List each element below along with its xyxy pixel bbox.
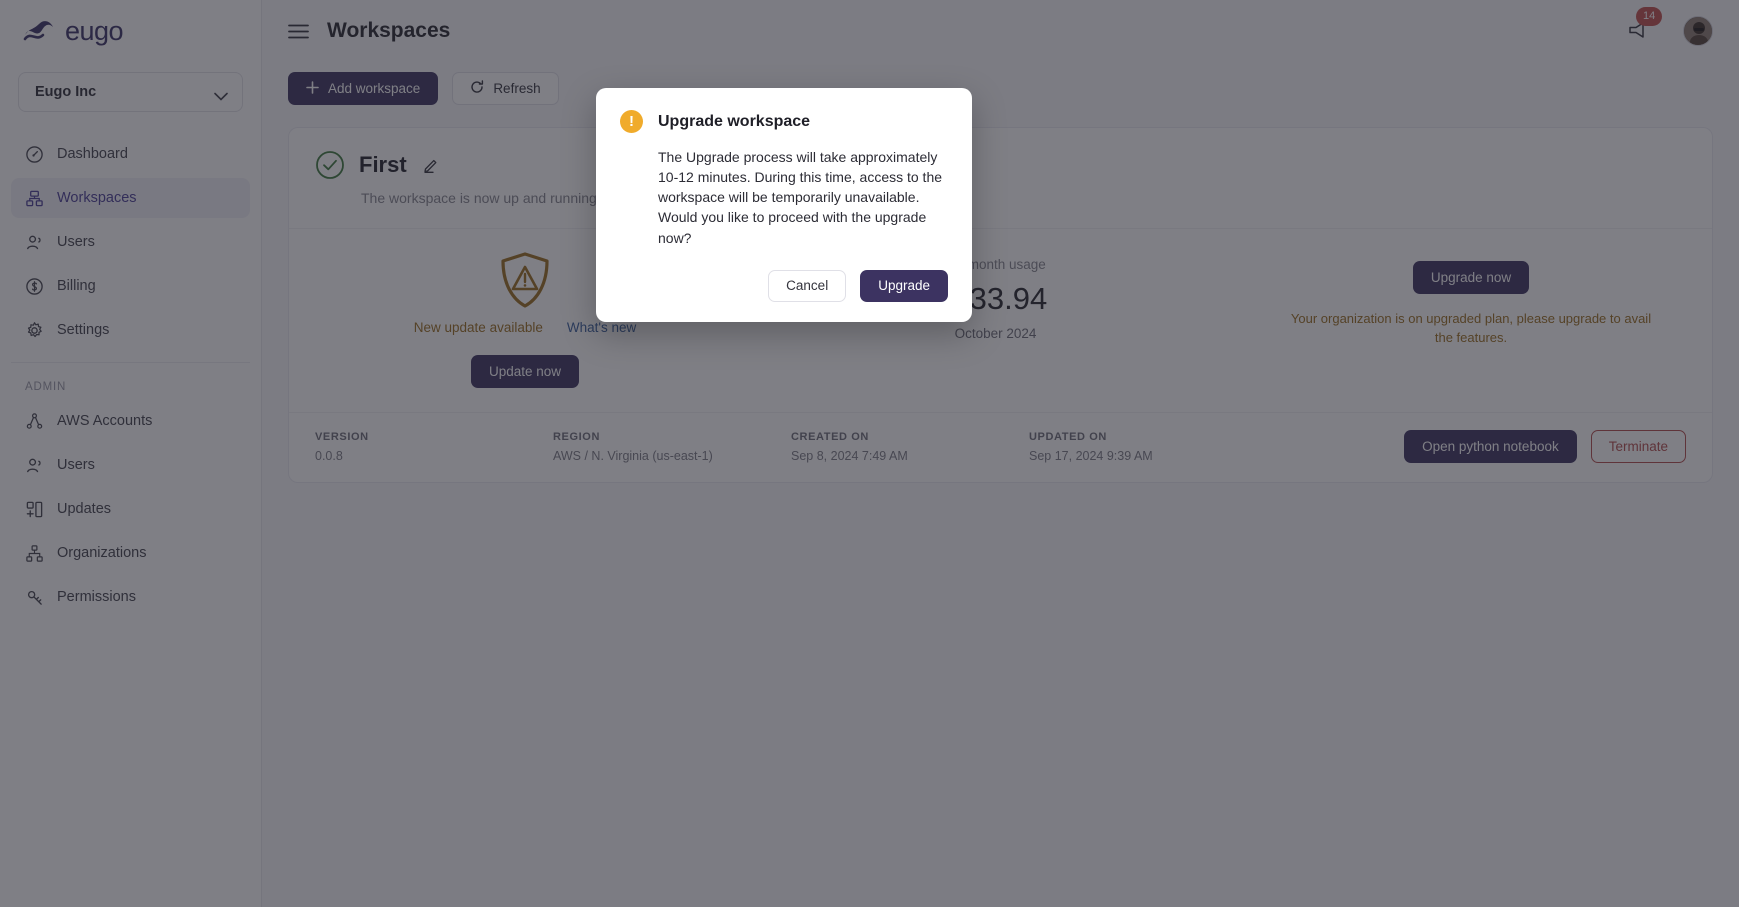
modal-body-text: The Upgrade process will take approximat… [658,149,943,246]
app-root: eugo Eugo Inc Dashboard [0,0,1739,907]
upgrade-workspace-modal: ! Upgrade workspace The Upgrade process … [596,88,972,322]
confirm-upgrade-label: Upgrade [878,278,930,294]
modal-header: ! Upgrade workspace [620,110,948,133]
cancel-label: Cancel [786,278,829,294]
warning-exclamation-icon: ! [620,110,643,133]
confirm-upgrade-button[interactable]: Upgrade [860,269,948,302]
cancel-button[interactable]: Cancel [768,269,847,302]
modal-actions: Cancel Upgrade [620,269,948,302]
modal-title: Upgrade workspace [658,112,811,130]
